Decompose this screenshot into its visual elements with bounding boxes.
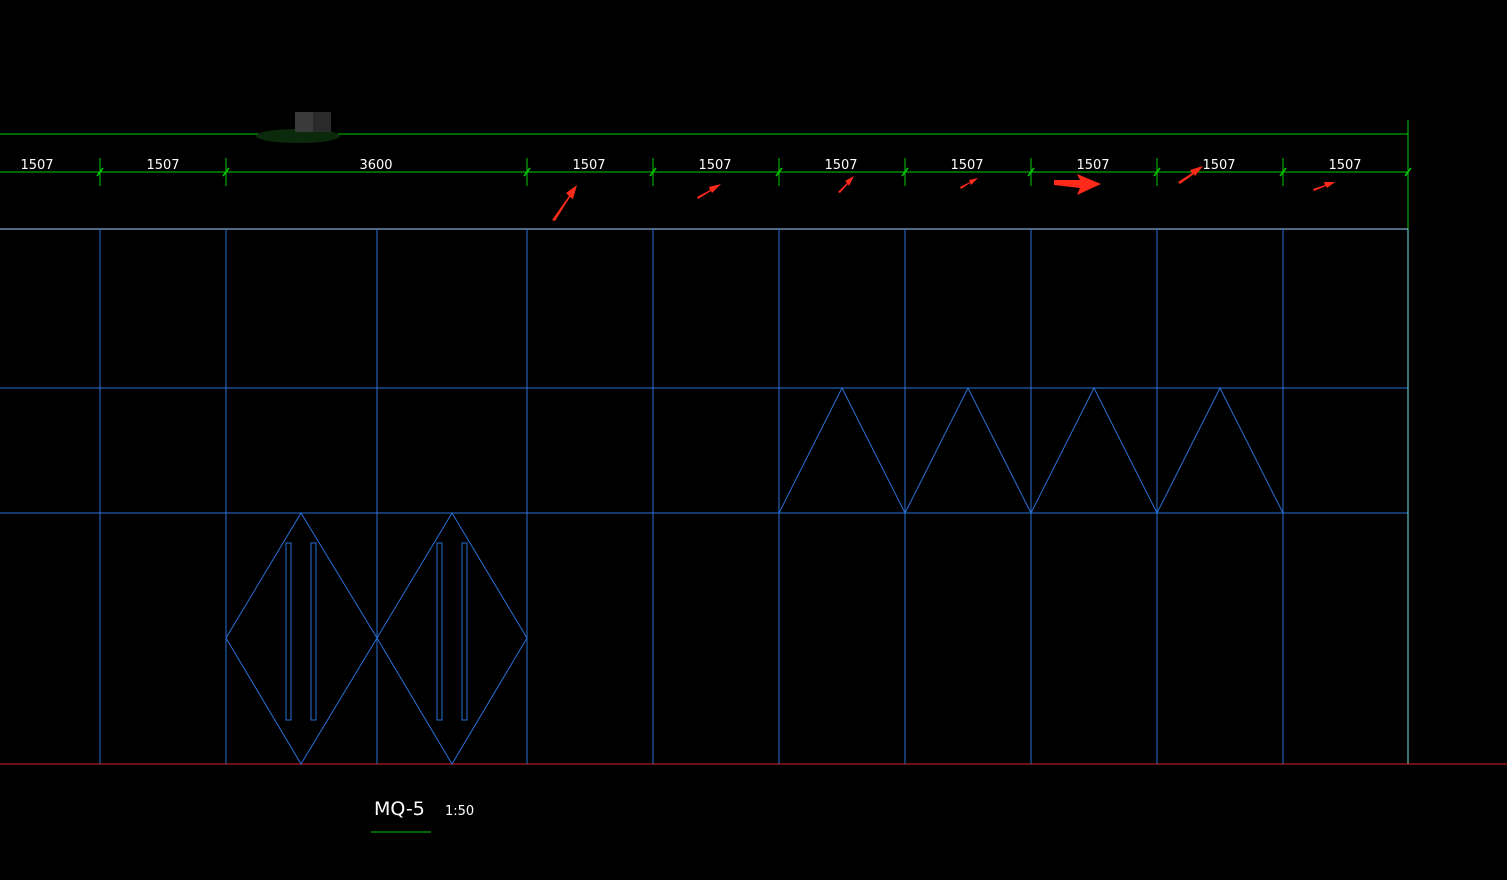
redacted-block-left [295, 112, 313, 132]
dimension-label: 1507 [1202, 158, 1235, 173]
dimension-label: 1507 [20, 158, 53, 173]
redacted-block-right [313, 112, 331, 132]
dimension-label: 1507 [146, 158, 179, 173]
dimension-label: 1507 [698, 158, 731, 173]
dimension-label: 1507 [824, 158, 857, 173]
dimension-label: 1507 [1076, 158, 1109, 173]
drawing-scale: 1:50 [445, 804, 474, 819]
dimension-label: 1507 [572, 158, 605, 173]
dimension-label: 1507 [950, 158, 983, 173]
cad-drawing-canvas[interactable]: 1507 1507 3600 1507 1507 1507 1507 1507 … [0, 0, 1507, 880]
dimension-label: 1507 [1328, 158, 1361, 173]
dimension-label: 3600 [359, 158, 392, 173]
drawing-title: MQ-5 [374, 798, 425, 820]
